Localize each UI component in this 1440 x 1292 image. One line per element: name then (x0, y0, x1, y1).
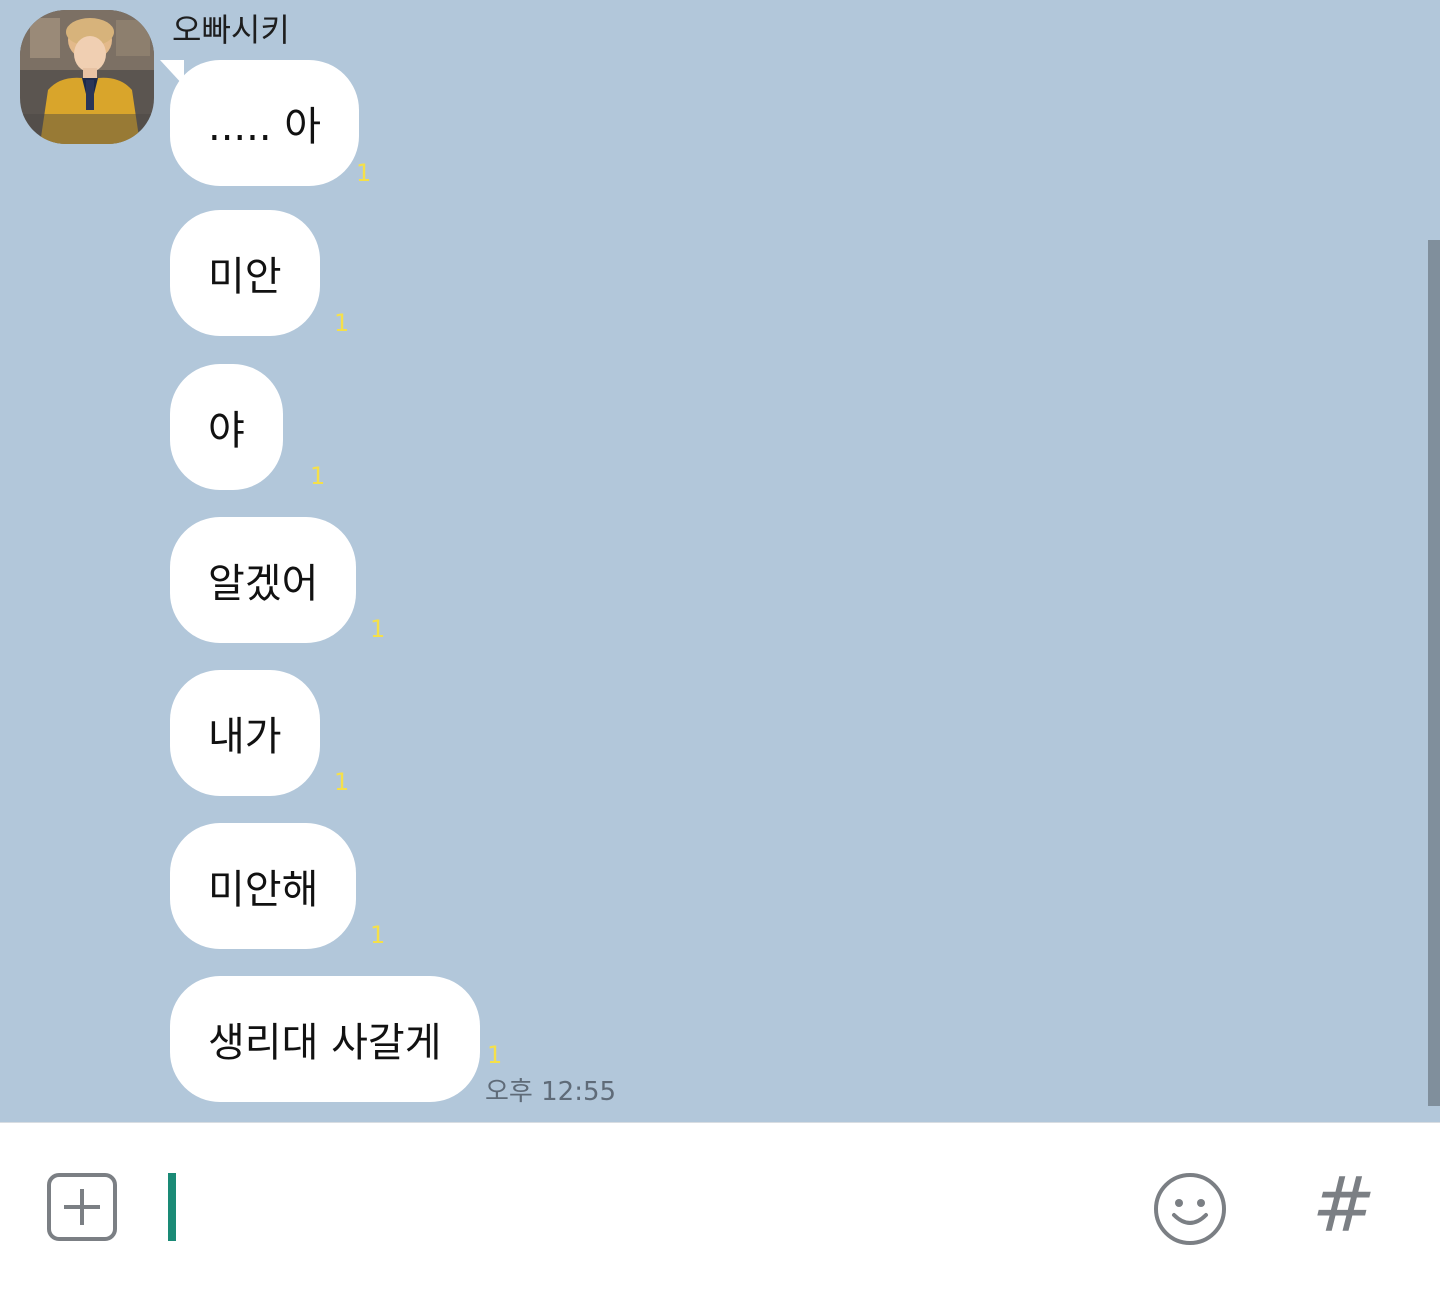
chat-area[interactable]: 오빠시키 ..... 아 1 미안 1 야 1 알겠어 1 내가 1 미안해 1… (0, 0, 1440, 1122)
read-count: 1 (334, 768, 350, 796)
smiley-icon (1154, 1173, 1226, 1245)
read-count: 1 (487, 1041, 503, 1069)
message-bubble[interactable]: 생리대 사갈게 (170, 976, 480, 1102)
read-count: 1 (370, 615, 386, 643)
avatar-image (20, 10, 154, 144)
message-bubble[interactable]: ..... 아 (170, 60, 360, 186)
message-bubble[interactable]: 내가 (170, 670, 320, 796)
message-input[interactable] (180, 1168, 1124, 1248)
message-bubble[interactable]: 알겠어 (170, 517, 357, 643)
message-bubble[interactable]: 미안 (170, 210, 320, 336)
read-count: 1 (310, 462, 326, 490)
read-count: 1 (370, 921, 386, 949)
message-bubble[interactable]: 야 (170, 364, 283, 490)
message-bubble[interactable]: 미안해 (170, 823, 357, 949)
attach-button[interactable] (47, 1173, 117, 1241)
read-count: 1 (334, 309, 350, 337)
text-cursor (168, 1173, 176, 1241)
hashtag-button[interactable]: # (1312, 1165, 1382, 1245)
message-timestamp: 오후 12:55 (485, 1077, 617, 1107)
sender-avatar[interactable] (20, 10, 154, 144)
read-count: 1 (356, 159, 372, 187)
scrollbar[interactable] (1428, 240, 1440, 1106)
emoji-button[interactable] (1152, 1171, 1228, 1247)
plus-square-icon (64, 1189, 100, 1225)
sender-name: 오빠시키 (172, 11, 290, 49)
input-bar: # (0, 1122, 1440, 1292)
